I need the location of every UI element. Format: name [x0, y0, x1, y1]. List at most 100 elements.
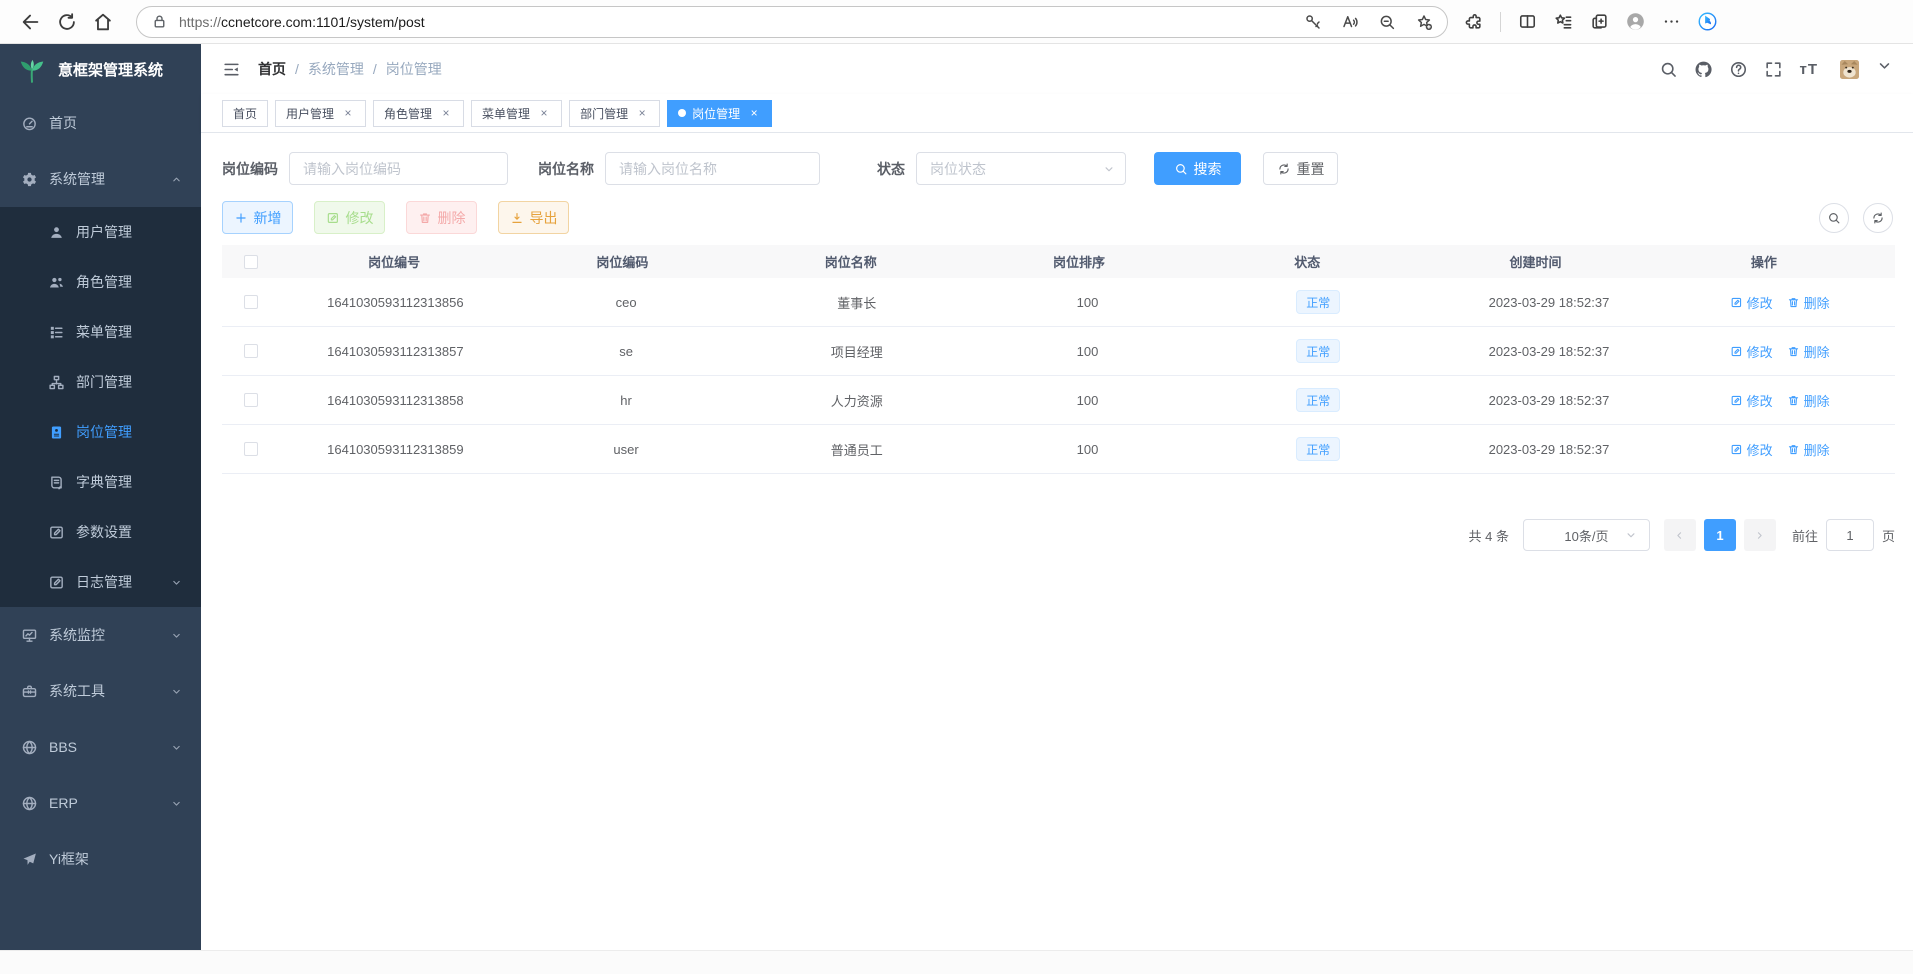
collapse-sidebar-icon[interactable]: [222, 60, 241, 79]
sidebar-item-ERP[interactable]: ERP: [0, 775, 201, 831]
status-select[interactable]: [916, 152, 1126, 185]
fullscreen-icon[interactable]: [1764, 60, 1783, 79]
logo[interactable]: 意框架管理系统: [0, 44, 201, 95]
sidebar-item-岗位管理[interactable]: 岗位管理: [0, 407, 201, 457]
close-icon[interactable]: ×: [635, 106, 649, 120]
url-text[interactable]: https://ccnetcore.com:1101/system/post: [179, 14, 1304, 30]
collections-icon[interactable]: [1554, 12, 1573, 31]
close-icon[interactable]: ×: [341, 106, 355, 120]
filter-form: 岗位编码 岗位名称 状态 搜索 重置: [222, 152, 1895, 185]
profile-icon[interactable]: [1626, 12, 1645, 31]
home-icon[interactable]: [92, 11, 114, 33]
sidebar-item-BBS[interactable]: BBS: [0, 719, 201, 775]
prev-page-button[interactable]: [1664, 519, 1696, 551]
lock-icon[interactable]: [151, 13, 168, 30]
duplicate-tab-icon[interactable]: [1590, 12, 1609, 31]
sidebar-item-系统管理[interactable]: 系统管理: [0, 151, 201, 207]
key-icon[interactable]: [1304, 13, 1322, 31]
sidebar-item-系统工具[interactable]: 系统工具: [0, 663, 201, 719]
sidebar-item-字典管理[interactable]: 字典管理: [0, 457, 201, 507]
add-button[interactable]: 新增: [222, 201, 293, 234]
extensions-icon[interactable]: [1464, 12, 1483, 31]
delete-row-link[interactable]: 删除: [1787, 440, 1830, 459]
bing-icon[interactable]: [1698, 12, 1717, 31]
tab-部门管理[interactable]: 部门管理×: [569, 100, 660, 127]
page-number-1[interactable]: 1: [1704, 519, 1736, 551]
globe-icon: [21, 795, 38, 812]
tab-首页[interactable]: 首页: [222, 100, 268, 127]
sidebar-item-参数设置[interactable]: 参数设置: [0, 507, 201, 557]
post-name-input[interactable]: [605, 152, 820, 185]
sidebar-item-首页[interactable]: 首页: [0, 95, 201, 151]
sidebar-item-菜单管理[interactable]: 菜单管理: [0, 307, 201, 357]
sidebar-item-日志管理[interactable]: 日志管理: [0, 557, 201, 607]
row-checkbox[interactable]: [244, 393, 258, 407]
favorite-add-icon[interactable]: [1415, 13, 1433, 31]
delete-row-link[interactable]: 删除: [1787, 391, 1830, 410]
read-aloud-icon[interactable]: [1341, 13, 1359, 31]
close-icon[interactable]: ×: [439, 106, 453, 120]
edit-row-link[interactable]: 修改: [1730, 391, 1773, 410]
edit-row-link[interactable]: 修改: [1730, 440, 1773, 459]
search-button[interactable]: 搜索: [1154, 152, 1241, 185]
goto-page-input[interactable]: [1826, 519, 1874, 551]
edit-row-link[interactable]: 修改: [1730, 342, 1773, 361]
address-bar[interactable]: https://ccnetcore.com:1101/system/post: [136, 6, 1448, 38]
page-size-select[interactable]: 10条/页: [1523, 519, 1650, 551]
delete-row-link[interactable]: 删除: [1787, 342, 1830, 361]
sidebar-item-系统监控[interactable]: 系统监控: [0, 607, 201, 663]
split-screen-icon[interactable]: [1518, 12, 1537, 31]
avatar-caret-icon[interactable]: [1875, 56, 1894, 75]
reload-icon[interactable]: [56, 11, 78, 33]
back-icon[interactable]: [20, 11, 42, 33]
post-code-label: 岗位编码: [222, 159, 278, 179]
sidebar-item-用户管理[interactable]: 用户管理: [0, 207, 201, 257]
export-button[interactable]: 导出: [498, 201, 569, 234]
table-row: 1641030593112313858hr人力资源100正常2023-03-29…: [222, 376, 1895, 425]
row-checkbox[interactable]: [244, 442, 258, 456]
sidebar-item-角色管理[interactable]: 角色管理: [0, 257, 201, 307]
tab-角色管理[interactable]: 角色管理×: [373, 100, 464, 127]
tab-用户管理[interactable]: 用户管理×: [275, 100, 366, 127]
close-icon[interactable]: ×: [747, 106, 761, 120]
delete-button[interactable]: 删除: [406, 201, 477, 234]
search-icon[interactable]: [1659, 60, 1678, 79]
edit-button[interactable]: 修改: [314, 201, 385, 234]
reset-button[interactable]: 重置: [1263, 152, 1338, 185]
select-all-cell: [222, 255, 280, 269]
page-numbers: 1: [1696, 519, 1736, 551]
delete-label: 删除: [1804, 293, 1830, 312]
chevron-left-icon: [1673, 529, 1686, 542]
github-icon[interactable]: [1694, 60, 1713, 79]
cell-actions: 修改 删除: [1664, 391, 1895, 410]
cell-code: hr: [511, 393, 742, 408]
edit-label: 修改: [1747, 391, 1773, 410]
post-code-input[interactable]: [289, 152, 508, 185]
next-page-button[interactable]: [1744, 519, 1776, 551]
row-checkbox[interactable]: [244, 344, 258, 358]
horizontal-scrollbar[interactable]: [0, 950, 1913, 974]
delete-label: 删除: [1804, 440, 1830, 459]
trash-icon: [1787, 443, 1800, 456]
delete-label: 删除: [1804, 391, 1830, 410]
tab-菜单管理[interactable]: 菜单管理×: [471, 100, 562, 127]
delete-row-link[interactable]: 删除: [1787, 293, 1830, 312]
close-icon[interactable]: ×: [537, 106, 551, 120]
edit-pen-icon: [1730, 443, 1743, 456]
cell-created: 2023-03-29 18:52:37: [1434, 393, 1665, 408]
more-icon[interactable]: [1662, 12, 1681, 31]
show-search-button[interactable]: [1819, 203, 1849, 233]
sidebar-item-Yi框架[interactable]: Yi框架: [0, 831, 201, 887]
zoom-out-icon[interactable]: [1378, 13, 1396, 31]
row-checkbox[interactable]: [244, 295, 258, 309]
tab-岗位管理[interactable]: 岗位管理×: [667, 100, 772, 127]
user-avatar[interactable]: [1840, 60, 1859, 79]
help-icon[interactable]: [1729, 60, 1748, 79]
edit-pen-icon: [1730, 345, 1743, 358]
breadcrumb-item[interactable]: 首页: [258, 59, 286, 79]
refresh-table-button[interactable]: [1863, 203, 1893, 233]
edit-row-link[interactable]: 修改: [1730, 293, 1773, 312]
font-size-icon[interactable]: тT: [1799, 62, 1818, 77]
select-all-checkbox[interactable]: [244, 255, 258, 269]
sidebar-item-部门管理[interactable]: 部门管理: [0, 357, 201, 407]
